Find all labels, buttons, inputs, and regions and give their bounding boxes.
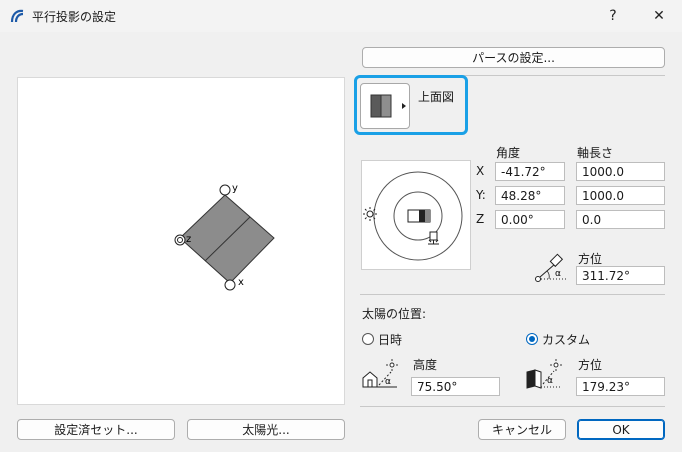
sun-azimuth-icon: α <box>525 358 563 390</box>
z-length-input[interactable]: 0.0 <box>576 210 665 229</box>
axis-z-label: z <box>186 234 191 245</box>
preset-button[interactable]: 設定済セット... <box>17 419 175 440</box>
app-icon <box>10 8 26 24</box>
view-name: 上面図 <box>418 90 455 104</box>
projection-preview-drawing: y x z <box>174 183 275 291</box>
svg-text:α: α <box>555 269 561 279</box>
altitude-input[interactable]: 75.50° <box>411 377 500 396</box>
x-angle-input[interactable]: -41.72° <box>495 162 565 181</box>
divider-middle <box>360 294 665 295</box>
sun-azimuth-label: 方位 <box>578 358 603 372</box>
axis-x-label: x <box>238 277 244 288</box>
close-button[interactable]: ✕ <box>636 0 682 32</box>
close-icon: ✕ <box>653 8 665 24</box>
row-y-label: Y: <box>476 188 486 202</box>
svg-text:α: α <box>385 377 391 387</box>
cancel-button[interactable]: キャンセル <box>478 419 566 440</box>
axis-z-handle[interactable] <box>174 234 186 246</box>
compass-drawing <box>363 171 463 261</box>
svg-text:α: α <box>547 376 553 386</box>
radio-datetime-circle <box>362 333 374 345</box>
azimuth-input[interactable]: 311.72° <box>576 266 665 285</box>
help-button[interactable]: ? <box>590 0 636 32</box>
view-selector-highlight <box>354 75 468 135</box>
azimuth-label: 方位 <box>578 252 603 266</box>
sunlight-button[interactable]: 太陽光... <box>187 419 345 440</box>
altitude-icon: α <box>361 358 399 390</box>
ok-button[interactable]: OK <box>577 419 665 440</box>
row-x-label: X <box>476 164 485 178</box>
radio-custom-label: カスタム <box>542 333 591 347</box>
angle-column-header: 角度 <box>496 146 521 160</box>
window-title: 平行投影の設定 <box>32 10 117 24</box>
axis-x-handle[interactable] <box>224 279 236 291</box>
azimuth-icon: α <box>533 252 569 284</box>
divider-bottom <box>360 406 665 407</box>
projection-preview[interactable]: y x z <box>17 77 345 405</box>
camera-icon <box>428 231 439 245</box>
y-angle-input[interactable]: 48.28° <box>495 186 565 205</box>
sun-azimuth-input[interactable]: 179.23° <box>576 377 665 396</box>
radio-datetime-label: 日時 <box>378 333 403 347</box>
altitude-label: 高度 <box>413 358 438 372</box>
radio-custom[interactable]: カスタム <box>526 331 626 347</box>
x-length-input[interactable]: 1000.0 <box>576 162 665 181</box>
z-angle-input[interactable]: 0.00° <box>495 210 565 229</box>
y-length-input[interactable]: 1000.0 <box>576 186 665 205</box>
path-settings-button[interactable]: パースの設定... <box>362 47 665 68</box>
length-column-header: 軸長さ <box>577 146 614 160</box>
sun-icon <box>363 207 377 221</box>
radio-custom-circle <box>526 333 538 345</box>
sun-position-label: 太陽の位置: <box>362 307 427 321</box>
axis-y-handle[interactable] <box>219 184 231 196</box>
axis-y-label: y <box>232 183 238 194</box>
compass-widget[interactable] <box>361 160 471 270</box>
row-z-label: Z <box>476 212 485 226</box>
help-icon: ? <box>609 8 617 24</box>
radio-datetime[interactable]: 日時 <box>362 331 442 347</box>
